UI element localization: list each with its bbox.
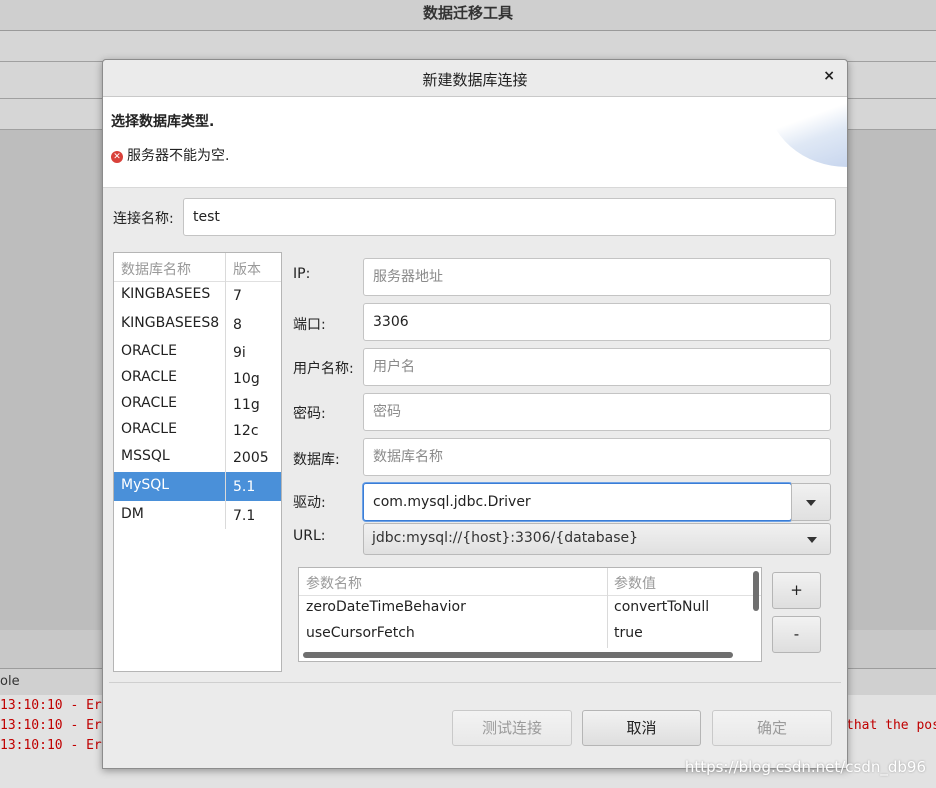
db-version-cell: 7.1: [233, 508, 256, 524]
url-label: URL:: [293, 528, 326, 544]
console-line-tail: that the pos: [846, 718, 936, 733]
list-item[interactable]: KINGBASEES 7: [114, 281, 281, 310]
url-select[interactable]: jdbc:mysql://{host}:3306/{database}: [363, 523, 831, 555]
console-line: 13:10:10 - Err: [0, 718, 110, 733]
db-name-column-header[interactable]: 数据库名称: [121, 259, 191, 279]
banner-heading: 选择数据库类型.: [111, 114, 215, 130]
ok-button[interactable]: 确定: [712, 710, 832, 746]
remove-param-button[interactable]: -: [772, 616, 821, 653]
driver-dropdown-button[interactable]: [791, 483, 831, 521]
watermark-text: https://blog.csdn.net/csdn_db96: [684, 758, 926, 776]
db-name-cell: ORACLE: [121, 369, 177, 385]
db-version-cell: 8: [233, 317, 242, 333]
cancel-button[interactable]: 取消: [582, 710, 701, 746]
ip-input[interactable]: [363, 258, 831, 296]
param-name-column-header[interactable]: 参数名称: [306, 573, 362, 593]
list-item[interactable]: DM 7.1: [114, 501, 281, 530]
list-item[interactable]: ORACLE 9i: [114, 338, 281, 367]
dialog-header: 新建数据库连接 ×: [103, 60, 847, 97]
list-item[interactable]: ORACLE 12c: [114, 416, 281, 445]
password-label: 密码:: [293, 406, 326, 422]
main-window-title: 数据迁移工具: [0, 0, 936, 31]
port-label: 端口:: [293, 317, 326, 333]
database-type-list: 数据库名称 版本 KINGBASEES 7 KINGBASEES8 8 ORAC…: [113, 252, 282, 672]
db-version-cell: 11g: [233, 397, 260, 413]
table-row[interactable]: zeroDateTimeBehavior convertToNull: [299, 595, 747, 621]
console-line: 13:10:10 - Err: [0, 698, 110, 713]
params-table-header: 参数名称 参数值: [299, 568, 761, 596]
ip-label: IP:: [293, 266, 311, 282]
test-connection-button[interactable]: 测试连接: [452, 710, 572, 746]
list-item[interactable]: ORACLE 11g: [114, 390, 281, 419]
db-version-cell: 12c: [233, 423, 259, 439]
list-item[interactable]: MSSQL 2005: [114, 443, 281, 472]
connection-name-input[interactable]: [183, 198, 836, 236]
banner-decoration: [767, 97, 847, 167]
port-input[interactable]: [363, 303, 831, 341]
param-name-cell: zeroDateTimeBehavior: [306, 599, 466, 615]
chevron-down-icon: [806, 500, 816, 506]
footer-divider: [109, 682, 841, 683]
banner-error-message: ✕ 服务器不能为空.: [111, 145, 229, 165]
password-input[interactable]: [363, 393, 831, 431]
close-icon[interactable]: ×: [823, 68, 835, 84]
connection-name-label: 连接名称:: [113, 211, 174, 227]
dialog-title: 新建数据库连接: [422, 71, 528, 89]
new-connection-dialog: 新建数据库连接 × 选择数据库类型. ✕ 服务器不能为空. 连接名称: 数据库名称…: [102, 59, 848, 769]
list-item[interactable]: KINGBASEES8 8: [114, 310, 281, 339]
horizontal-scrollbar[interactable]: [303, 652, 733, 658]
vertical-scrollbar[interactable]: [753, 571, 759, 611]
database-name-input[interactable]: [363, 438, 831, 476]
database-list-header: 数据库名称 版本: [114, 253, 281, 282]
add-param-button[interactable]: +: [772, 572, 821, 609]
param-value-cell: convertToNull: [614, 599, 710, 615]
param-value-cell: true: [614, 625, 643, 641]
dialog-banner: 选择数据库类型. ✕ 服务器不能为空.: [103, 97, 847, 188]
console-line: 13:10:10 - Err: [0, 738, 110, 753]
list-item[interactable]: ORACLE 10g: [114, 364, 281, 393]
error-icon: ✕: [111, 151, 123, 163]
param-value-column-header[interactable]: 参数值: [614, 573, 656, 593]
db-name-cell: DM: [121, 506, 144, 522]
db-name-cell: KINGBASEES8: [121, 315, 220, 331]
console-tab-label: ole: [0, 674, 20, 689]
username-label: 用户名称:: [293, 361, 354, 377]
db-version-cell: 10g: [233, 371, 260, 387]
database-label: 数据库:: [293, 452, 340, 468]
db-name-cell: MSSQL: [121, 448, 170, 464]
column-divider: [225, 253, 226, 529]
error-text: 服务器不能为空.: [127, 148, 230, 164]
db-name-cell: MySQL: [121, 477, 170, 493]
db-name-cell: ORACLE: [121, 421, 177, 437]
db-name-cell: KINGBASEES: [121, 286, 211, 302]
driver-combo-input[interactable]: [363, 483, 792, 521]
params-table: 参数名称 参数值 zeroDateTimeBehavior convertToN…: [298, 567, 762, 662]
param-name-cell: useCursorFetch: [306, 625, 415, 641]
chevron-down-icon: [807, 537, 817, 543]
db-version-column-header[interactable]: 版本: [233, 259, 261, 279]
db-version-cell: 7: [233, 288, 242, 304]
db-version-cell: 5.1: [233, 479, 256, 495]
list-item-selected[interactable]: MySQL 5.1: [114, 472, 281, 501]
url-select-value: jdbc:mysql://{host}:3306/{database}: [372, 530, 639, 546]
table-row[interactable]: useCursorFetch true: [299, 621, 747, 647]
db-version-cell: 2005: [233, 450, 269, 466]
db-version-cell: 9i: [233, 345, 246, 361]
main-toolbar-band: [0, 31, 936, 62]
driver-label: 驱动:: [293, 495, 326, 511]
db-name-cell: ORACLE: [121, 343, 177, 359]
db-name-cell: ORACLE: [121, 395, 177, 411]
username-input[interactable]: [363, 348, 831, 386]
